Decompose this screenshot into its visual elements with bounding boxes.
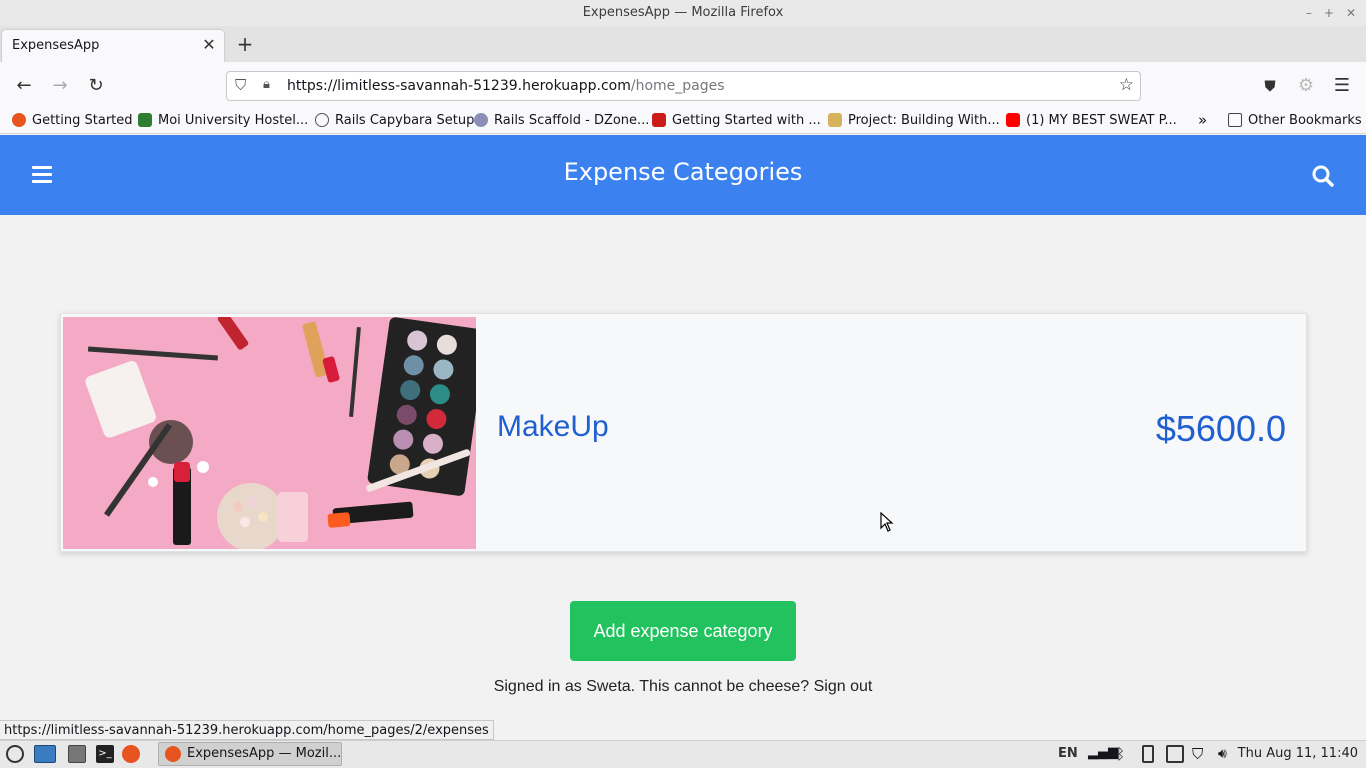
lock-icon[interactable]: 🔒︎ <box>263 77 270 92</box>
maximize-icon[interactable]: + <box>1324 6 1334 20</box>
url-path: /home_pages <box>630 78 725 94</box>
new-tab-icon[interactable]: + <box>234 32 256 56</box>
other-bookmarks[interactable]: Other Bookmarks <box>1228 111 1362 129</box>
start-menu-icon[interactable] <box>6 745 24 763</box>
taskbar-firefox-window[interactable]: ExpensesApp — Mozil... <box>158 742 342 766</box>
firefox-icon <box>165 746 181 762</box>
clipboard-icon[interactable] <box>1166 745 1184 763</box>
firefox-icon[interactable] <box>122 745 140 763</box>
show-desktop-icon[interactable] <box>34 745 56 763</box>
tab-title: ExpensesApp <box>12 38 100 53</box>
extension-icon[interactable]: ⚙ <box>1292 72 1320 100</box>
window-title-bar: ExpensesApp — Mozilla Firefox <box>0 0 1366 26</box>
url-host: https://limitless-savannah-51239.herokua… <box>287 78 631 94</box>
firefox-icon <box>12 113 26 127</box>
category-amount: $5600.0 <box>1155 408 1286 449</box>
clock[interactable]: Thu Aug 11, 11:40 <box>1238 746 1358 761</box>
page-title: Expense Categories <box>563 158 803 186</box>
bookmark-item[interactable]: Project: Building With... <box>828 111 1000 129</box>
url-bar[interactable]: ⛉ 🔒︎ https://limitless-savannah-51239.he… <box>226 71 1141 101</box>
status-link-url: https://limitless-savannah-51239.herokua… <box>0 720 494 740</box>
bluetooth-icon[interactable]: ᛒ <box>1116 745 1134 763</box>
reload-icon[interactable]: ↻ <box>82 72 110 100</box>
site-favicon-icon <box>828 113 842 127</box>
search-icon[interactable] <box>1311 164 1335 188</box>
bookmark-star-icon[interactable]: ☆ <box>1119 75 1134 95</box>
back-icon[interactable]: ← <box>10 72 38 100</box>
youtube-icon <box>1006 113 1020 127</box>
menu-icon[interactable]: ☰ <box>1328 72 1356 100</box>
shield-icon[interactable]: ⛉ <box>235 76 246 94</box>
bookmark-item[interactable]: Moi University Hostel... <box>138 111 308 129</box>
file-manager-icon[interactable] <box>68 745 86 763</box>
window-controls: – + ✕ <box>1306 0 1356 26</box>
signed-in-status[interactable]: Signed in as Sweta. This cannot be chees… <box>0 678 1366 696</box>
url-text: https://limitless-savannah-51239.herokua… <box>287 78 725 94</box>
browser-tab[interactable]: ExpensesApp ✕ <box>2 30 224 62</box>
close-window-icon[interactable]: ✕ <box>1346 6 1356 20</box>
bookmark-item[interactable]: Getting Started <box>12 111 133 129</box>
bookmark-item[interactable]: (1) MY BEST SWEAT P... <box>1006 111 1177 129</box>
terminal-icon[interactable]: >_ <box>96 745 114 763</box>
site-favicon-icon <box>138 113 152 127</box>
window-title: ExpensesApp — Mozilla Firefox <box>582 5 784 20</box>
category-image <box>63 317 476 549</box>
minimize-icon[interactable]: – <box>1306 6 1312 20</box>
site-favicon-icon <box>652 113 666 127</box>
network-signal-icon[interactable]: ▂▄▆ <box>1088 745 1118 763</box>
pocket-icon[interactable]: ⛊ <box>1256 72 1284 100</box>
chevron-double-right-icon[interactable]: » <box>1198 111 1207 129</box>
globe-icon <box>315 113 329 127</box>
bookmark-item[interactable]: Rails Capybara Setup <box>315 111 474 129</box>
taskbar-window-label: ExpensesApp — Mozil... <box>187 746 342 761</box>
add-expense-category-button[interactable]: Add expense category <box>570 601 796 661</box>
mouse-cursor-icon <box>880 512 894 532</box>
category-name[interactable]: MakeUp <box>497 410 609 444</box>
tab-close-icon[interactable]: ✕ <box>200 35 218 54</box>
folder-icon <box>1228 113 1242 127</box>
bookmark-item[interactable]: Rails Scaffold - DZone... <box>474 111 649 129</box>
keyboard-layout-indicator[interactable]: EN <box>1058 746 1078 761</box>
volume-icon[interactable]: 🔊︎ <box>1218 745 1236 763</box>
battery-icon[interactable] <box>1142 745 1154 763</box>
forward-icon[interactable]: → <box>46 72 74 100</box>
shield-update-icon[interactable]: ⛉ <box>1192 745 1210 763</box>
bookmark-item[interactable]: Getting Started with ... <box>652 111 821 129</box>
site-favicon-icon <box>474 113 488 127</box>
